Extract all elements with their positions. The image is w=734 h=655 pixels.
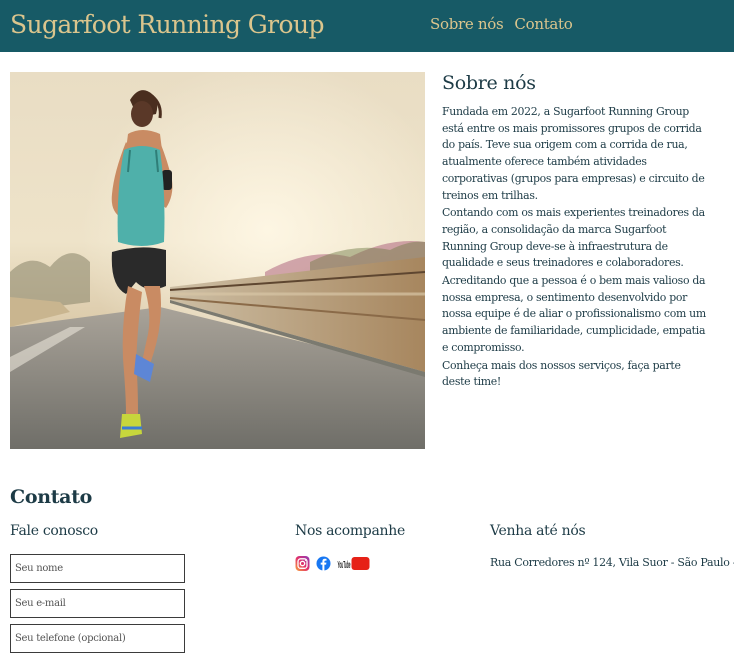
about-paragraph: Fundada em 2022, a Sugarfoot Running Gro… (442, 105, 705, 202)
phone-input[interactable] (10, 624, 185, 653)
site-header: Sugarfoot Running Group Sobre nós Contat… (0, 0, 734, 52)
nav-link-contato[interactable]: Contato (514, 15, 572, 33)
about-title: Sobre nós (442, 72, 536, 94)
main-nav: Sobre nós Contato (430, 15, 573, 33)
email-input[interactable] (10, 589, 185, 618)
about-paragraph: Contando com os mais experientes treinad… (442, 206, 705, 270)
youtube-icon[interactable]: YouTube (337, 554, 370, 573)
hero-runner-image (10, 72, 425, 449)
address-text: Rua Corredores nº 124, Vila Suor - São P… (490, 556, 734, 569)
social-title: Nos acompanhe (295, 523, 405, 539)
about-section: Sobre nós Fundada em 2022, a Sugarfoot R… (442, 72, 710, 392)
social-links: YouTube (295, 554, 370, 573)
about-paragraph: Acreditando que a pessoa é o bem mais va… (442, 274, 706, 354)
brand-logo[interactable]: Sugarfoot Running Group (10, 10, 324, 39)
nav-link-sobre-nos[interactable]: Sobre nós (430, 15, 504, 33)
facebook-icon[interactable] (316, 554, 331, 573)
about-paragraph: Conheça mais dos nossos serviços, faça p… (442, 358, 681, 389)
youtube-wordmark: YouTube (338, 559, 351, 571)
form-title: Fale conosco (10, 523, 98, 539)
name-input[interactable] (10, 554, 185, 583)
contact-title: Contato (10, 486, 93, 508)
instagram-icon[interactable] (295, 554, 310, 573)
location-title: Venha até nós (490, 523, 586, 539)
